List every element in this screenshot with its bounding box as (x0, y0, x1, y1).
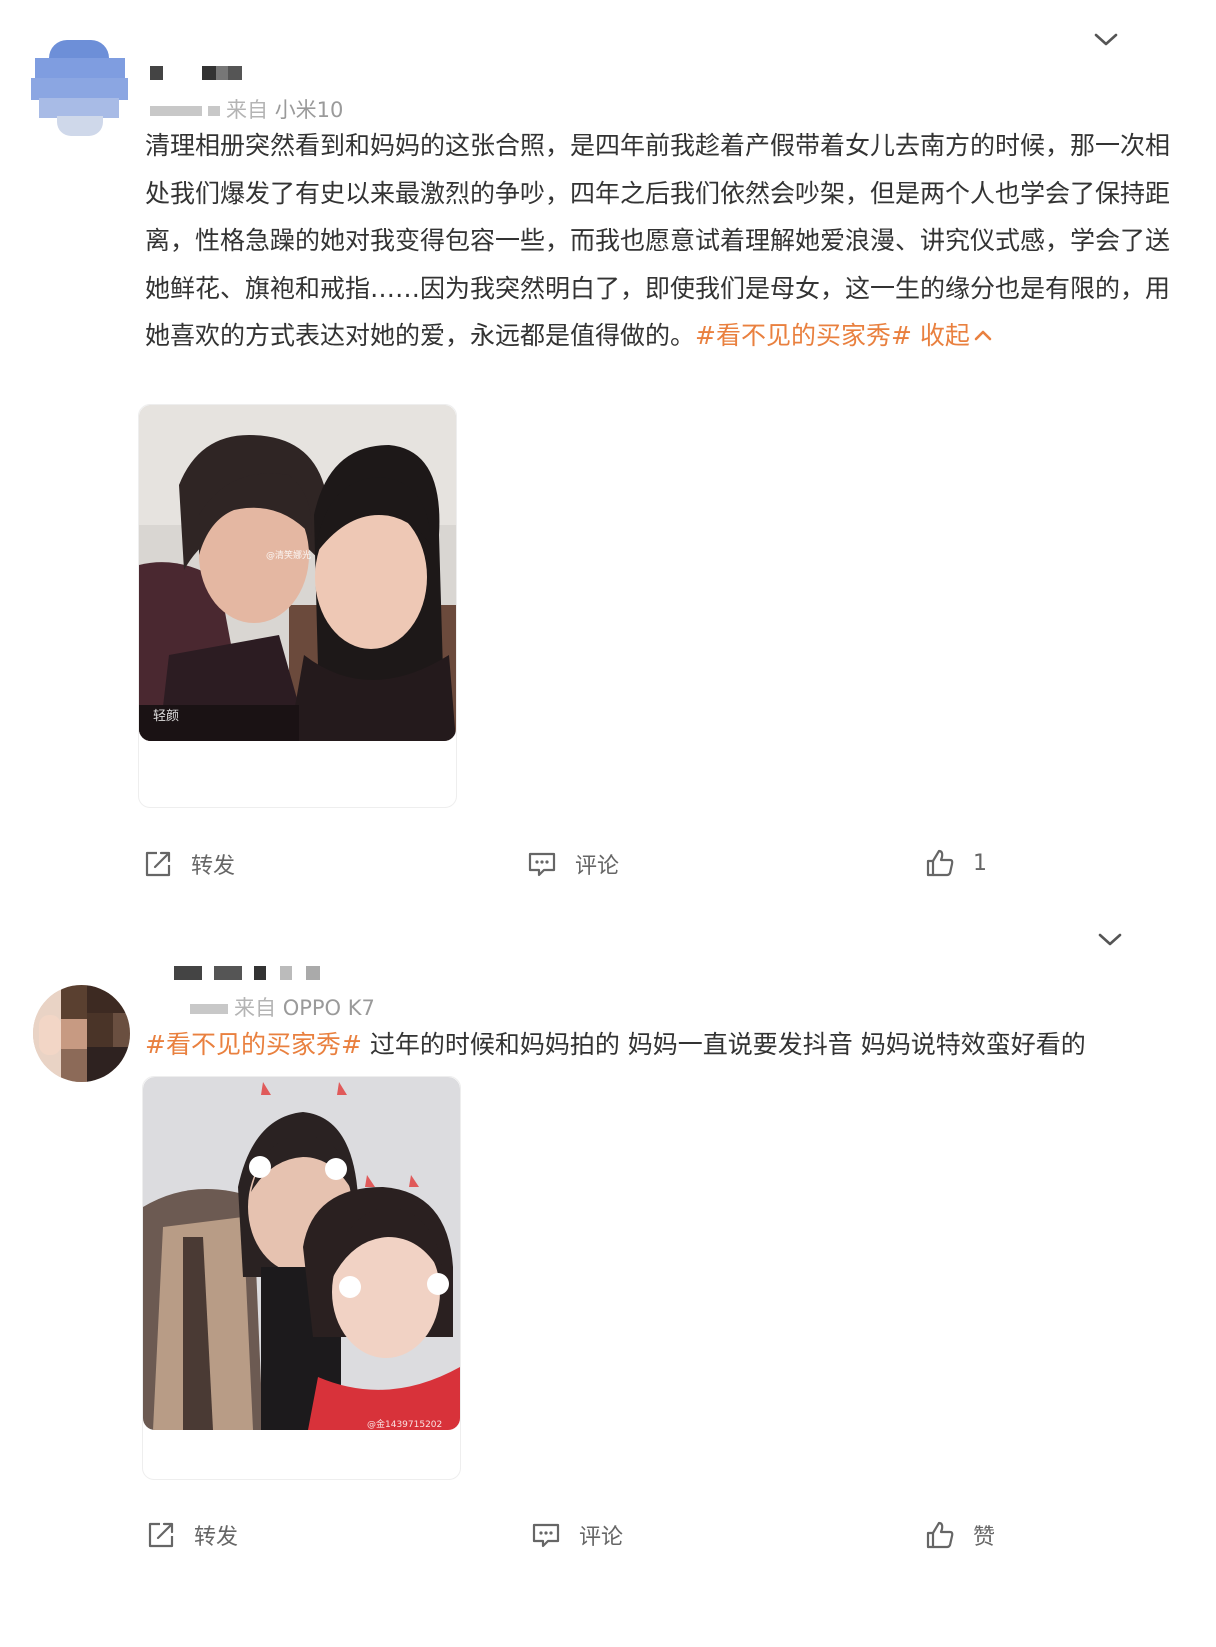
photo-image (143, 1077, 460, 1430)
collapse-link[interactable]: 收起 (920, 321, 993, 350)
username-redacted[interactable] (150, 66, 242, 80)
photo-watermark: @清笑娜光 (266, 551, 312, 561)
device-name: OPPO K7 (282, 996, 375, 1020)
source-label: 来自 (226, 98, 268, 122)
comment-icon (532, 1523, 560, 1548)
source-label: 来自 (234, 996, 276, 1020)
comment-button[interactable]: 评论 (527, 848, 619, 880)
photo-card[interactable]: @清笑娜光 轻颜 (138, 404, 457, 808)
post-body: 清理相册突然看到和妈妈的这张合照，是四年前我趁着产假带着女儿去南方的时候，那一次… (145, 131, 1171, 350)
repost-label: 转发 (194, 1525, 239, 1550)
thumbs-up-icon (926, 1521, 954, 1549)
thumbs-up-icon (926, 849, 954, 877)
chevron-down-icon[interactable] (1092, 30, 1120, 50)
photo-corner-text: 轻颜 (153, 709, 180, 724)
like-label: 赞 (973, 1525, 996, 1550)
like-count: 1 (973, 850, 987, 876)
comment-label: 评论 (579, 1525, 624, 1550)
comment-icon (528, 852, 556, 877)
collapse-label: 收起 (919, 321, 970, 350)
repost-label: 转发 (191, 854, 236, 879)
share-icon (148, 1522, 174, 1548)
comment-button[interactable]: 评论 (531, 1519, 623, 1551)
like-button[interactable]: 赞 (925, 1519, 995, 1551)
repost-button[interactable]: 转发 (143, 848, 235, 880)
repost-button[interactable]: 转发 (146, 1519, 238, 1551)
post-text: #看不见的买家秀# 过年的时候和妈妈拍的 妈妈一直说要发抖音 妈妈说特效蛮好看的 (145, 1021, 1170, 1069)
hashtag-link[interactable]: #看不见的买家秀# (145, 1030, 362, 1059)
user-avatar[interactable] (31, 40, 128, 137)
post-text: 清理相册突然看到和妈妈的这张合照，是四年前我趁着产假带着女儿去南方的时候，那一次… (145, 122, 1170, 360)
post-body: 过年的时候和妈妈拍的 妈妈一直说要发抖音 妈妈说特效蛮好看的 (361, 1030, 1086, 1059)
photo-watermark: @金1439715202 (367, 1420, 443, 1430)
photo-image (139, 405, 456, 741)
username-redacted[interactable] (174, 966, 320, 980)
share-icon (145, 851, 171, 877)
post-meta: 来自 小米10 (150, 94, 343, 124)
photo-card[interactable]: @金1439715202 (142, 1076, 461, 1480)
post-photo[interactable]: @清笑娜光 轻颜 (139, 405, 456, 741)
like-button[interactable]: 1 (925, 848, 987, 878)
hashtag-link[interactable]: #看不见的买家秀# (695, 321, 912, 350)
feed-post: 来自 小米10 清理相册突然看到和妈妈的这张合照，是四年前我趁着产假带着女儿去南… (0, 0, 1216, 945)
chevron-up-icon (974, 330, 992, 341)
comment-label: 评论 (575, 854, 620, 879)
chevron-down-icon[interactable] (1096, 930, 1124, 950)
device-name: 小米10 (274, 98, 344, 122)
feed-post: 来自 OPPO K7 #看不见的买家秀# 过年的时候和妈妈拍的 妈妈一直说要发抖… (0, 933, 1216, 1647)
post-photo[interactable]: @金1439715202 (143, 1077, 460, 1430)
post-meta: 来自 OPPO K7 (190, 992, 375, 1022)
user-avatar[interactable] (33, 985, 130, 1082)
